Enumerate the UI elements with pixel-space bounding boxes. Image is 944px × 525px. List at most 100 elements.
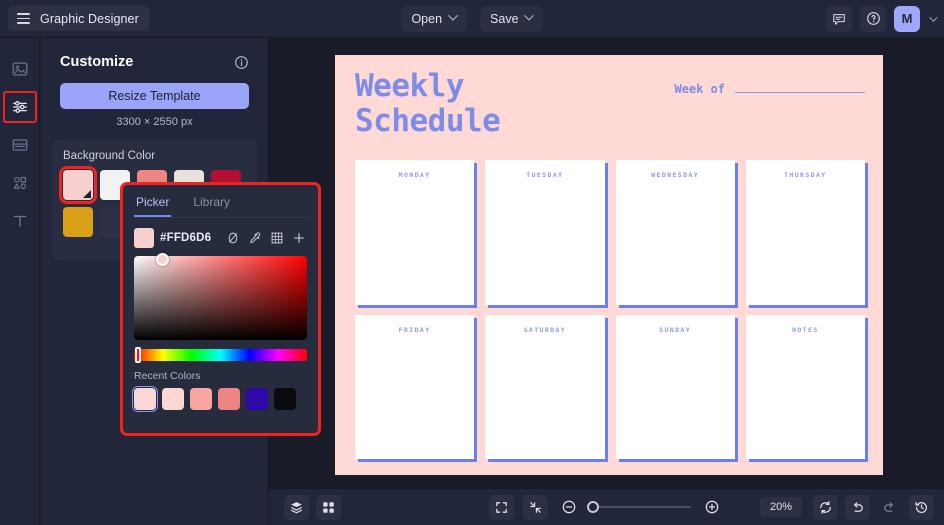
panel-header: Customize — [41, 38, 268, 70]
saturation-value-area[interactable] — [134, 253, 307, 340]
chevron-down-icon — [524, 10, 534, 21]
recent-color-3[interactable] — [218, 388, 240, 410]
no-color-button[interactable] — [225, 230, 241, 246]
day-label: THURSDAY — [784, 171, 827, 179]
day-card-thursday[interactable]: THURSDAY — [745, 160, 865, 305]
day-card-sunday[interactable]: SUNDAY — [615, 314, 735, 459]
zoom-out-icon — [562, 500, 576, 514]
canvas-area[interactable]: Weekly Schedule Week of MONDAY TUESDAY W… — [269, 38, 944, 488]
recent-color-0[interactable] — [132, 386, 158, 412]
grid-icon — [323, 501, 334, 513]
bottom-bar: 20% — [269, 488, 944, 525]
template-dimensions: 3300 × 2550 px — [116, 116, 193, 128]
open-button[interactable]: Open — [401, 5, 467, 32]
recent-color-1[interactable] — [162, 388, 184, 410]
adjustments-icon — [13, 101, 27, 113]
background-swatch-5[interactable] — [63, 207, 93, 237]
zoom-out-button[interactable] — [557, 495, 582, 520]
history-button[interactable] — [909, 494, 934, 520]
day-label: NOTES — [792, 325, 819, 334]
open-label: Open — [411, 11, 443, 26]
layout-icon — [12, 139, 28, 151]
current-color-swatch[interactable] — [134, 228, 154, 248]
image-icon — [12, 62, 28, 76]
day-card-monday[interactable]: MONDAY — [355, 160, 475, 305]
design-document[interactable]: Weekly Schedule Week of MONDAY TUESDAY W… — [335, 55, 883, 475]
page-title: Customize — [60, 54, 134, 70]
recent-color-2[interactable] — [190, 388, 212, 410]
redo-button[interactable] — [877, 495, 902, 520]
tab-library[interactable]: Library — [191, 193, 232, 217]
schedule-grid: MONDAY TUESDAY WEDNESDAY THURSDAY FRIDAY… — [355, 160, 865, 459]
layers-button[interactable] — [284, 494, 309, 520]
resize-template-button[interactable]: Resize Template — [60, 83, 249, 109]
color-picker-tabs: Picker Library — [134, 193, 307, 218]
recent-colors-row — [132, 386, 307, 412]
app-root: Graphic Designer Open Save M Customize R… — [0, 0, 944, 525]
day-card-notes[interactable]: NOTES — [745, 314, 865, 459]
grid-button[interactable] — [316, 494, 341, 520]
help-button[interactable] — [860, 5, 886, 32]
sidebar-item-shapes[interactable] — [0, 164, 40, 202]
comment-button[interactable] — [826, 5, 852, 32]
account-chevron-down-icon[interactable] — [929, 12, 938, 22]
fit-screen-button[interactable] — [488, 494, 514, 520]
save-label: Save — [490, 11, 519, 26]
reset-button[interactable] — [813, 494, 838, 520]
recent-color-4[interactable] — [246, 388, 268, 410]
zoom-slider-handle[interactable] — [586, 501, 599, 513]
save-button[interactable]: Save — [480, 5, 543, 32]
day-card-saturday[interactable]: SATURDAY — [485, 314, 605, 459]
sidebar-item-text[interactable] — [0, 202, 40, 240]
fit-screen-icon — [495, 501, 507, 513]
hue-slider[interactable] — [134, 347, 307, 363]
avatar[interactable]: M — [894, 5, 920, 32]
day-label: SUNDAY — [659, 325, 692, 334]
reset-icon — [820, 500, 831, 514]
day-label: MONDAY — [398, 171, 431, 179]
info-icon — [235, 55, 248, 69]
background-color-label: Background Color — [63, 150, 156, 162]
day-label: SATURDAY — [523, 325, 567, 334]
no-color-icon — [228, 232, 238, 244]
day-card-friday[interactable]: FRIDAY — [355, 314, 475, 459]
tab-picker[interactable]: Picker — [134, 193, 172, 217]
chevron-down-icon — [447, 10, 458, 21]
recent-color-5[interactable] — [274, 388, 296, 410]
bottom-bar-left — [284, 494, 341, 520]
bottom-bar-center — [488, 494, 725, 520]
day-card-tuesday[interactable]: TUESDAY — [485, 160, 605, 305]
day-label: TUESDAY — [526, 171, 564, 179]
layers-icon — [290, 501, 303, 513]
document-title: Weekly Schedule — [355, 69, 501, 138]
zoom-in-icon — [705, 500, 719, 514]
hex-value-input[interactable]: #FFD6D6 — [160, 232, 219, 244]
day-card-wednesday[interactable]: WEDNESDAY — [615, 160, 735, 305]
eyedropper-button[interactable] — [247, 230, 263, 246]
week-of-field[interactable]: Week of — [674, 82, 865, 96]
palette-grid-button[interactable] — [269, 230, 285, 246]
background-swatch-0[interactable] — [59, 166, 97, 204]
saturation-value-handle[interactable] — [156, 253, 169, 266]
zoom-level-value[interactable]: 20% — [760, 497, 802, 517]
app-menu-button[interactable]: Graphic Designer — [8, 6, 150, 31]
sidebar-item-image[interactable] — [0, 50, 40, 88]
shrink-button[interactable] — [522, 494, 548, 520]
add-color-button[interactable] — [291, 230, 307, 246]
top-bar-right: M — [826, 5, 938, 32]
top-bar: Graphic Designer Open Save M — [0, 0, 944, 38]
week-of-blank-line — [735, 92, 865, 93]
shrink-icon — [529, 501, 541, 513]
day-label: WEDNESDAY — [651, 171, 700, 179]
zoom-slider[interactable] — [586, 501, 691, 513]
undo-button[interactable] — [845, 494, 870, 520]
recent-colors-label: Recent Colors — [134, 370, 201, 382]
sidebar-item-layout[interactable] — [0, 126, 40, 164]
zoom-in-button[interactable] — [700, 495, 725, 520]
sidebar-item-customize[interactable] — [0, 88, 40, 126]
app-title: Graphic Designer — [40, 11, 139, 26]
color-picker-body: Picker Library #FFD6D6 Recent Colors — [123, 185, 318, 433]
hamburger-icon[interactable] — [17, 13, 30, 24]
hue-slider-handle[interactable] — [135, 347, 141, 363]
info-button[interactable] — [234, 55, 249, 70]
